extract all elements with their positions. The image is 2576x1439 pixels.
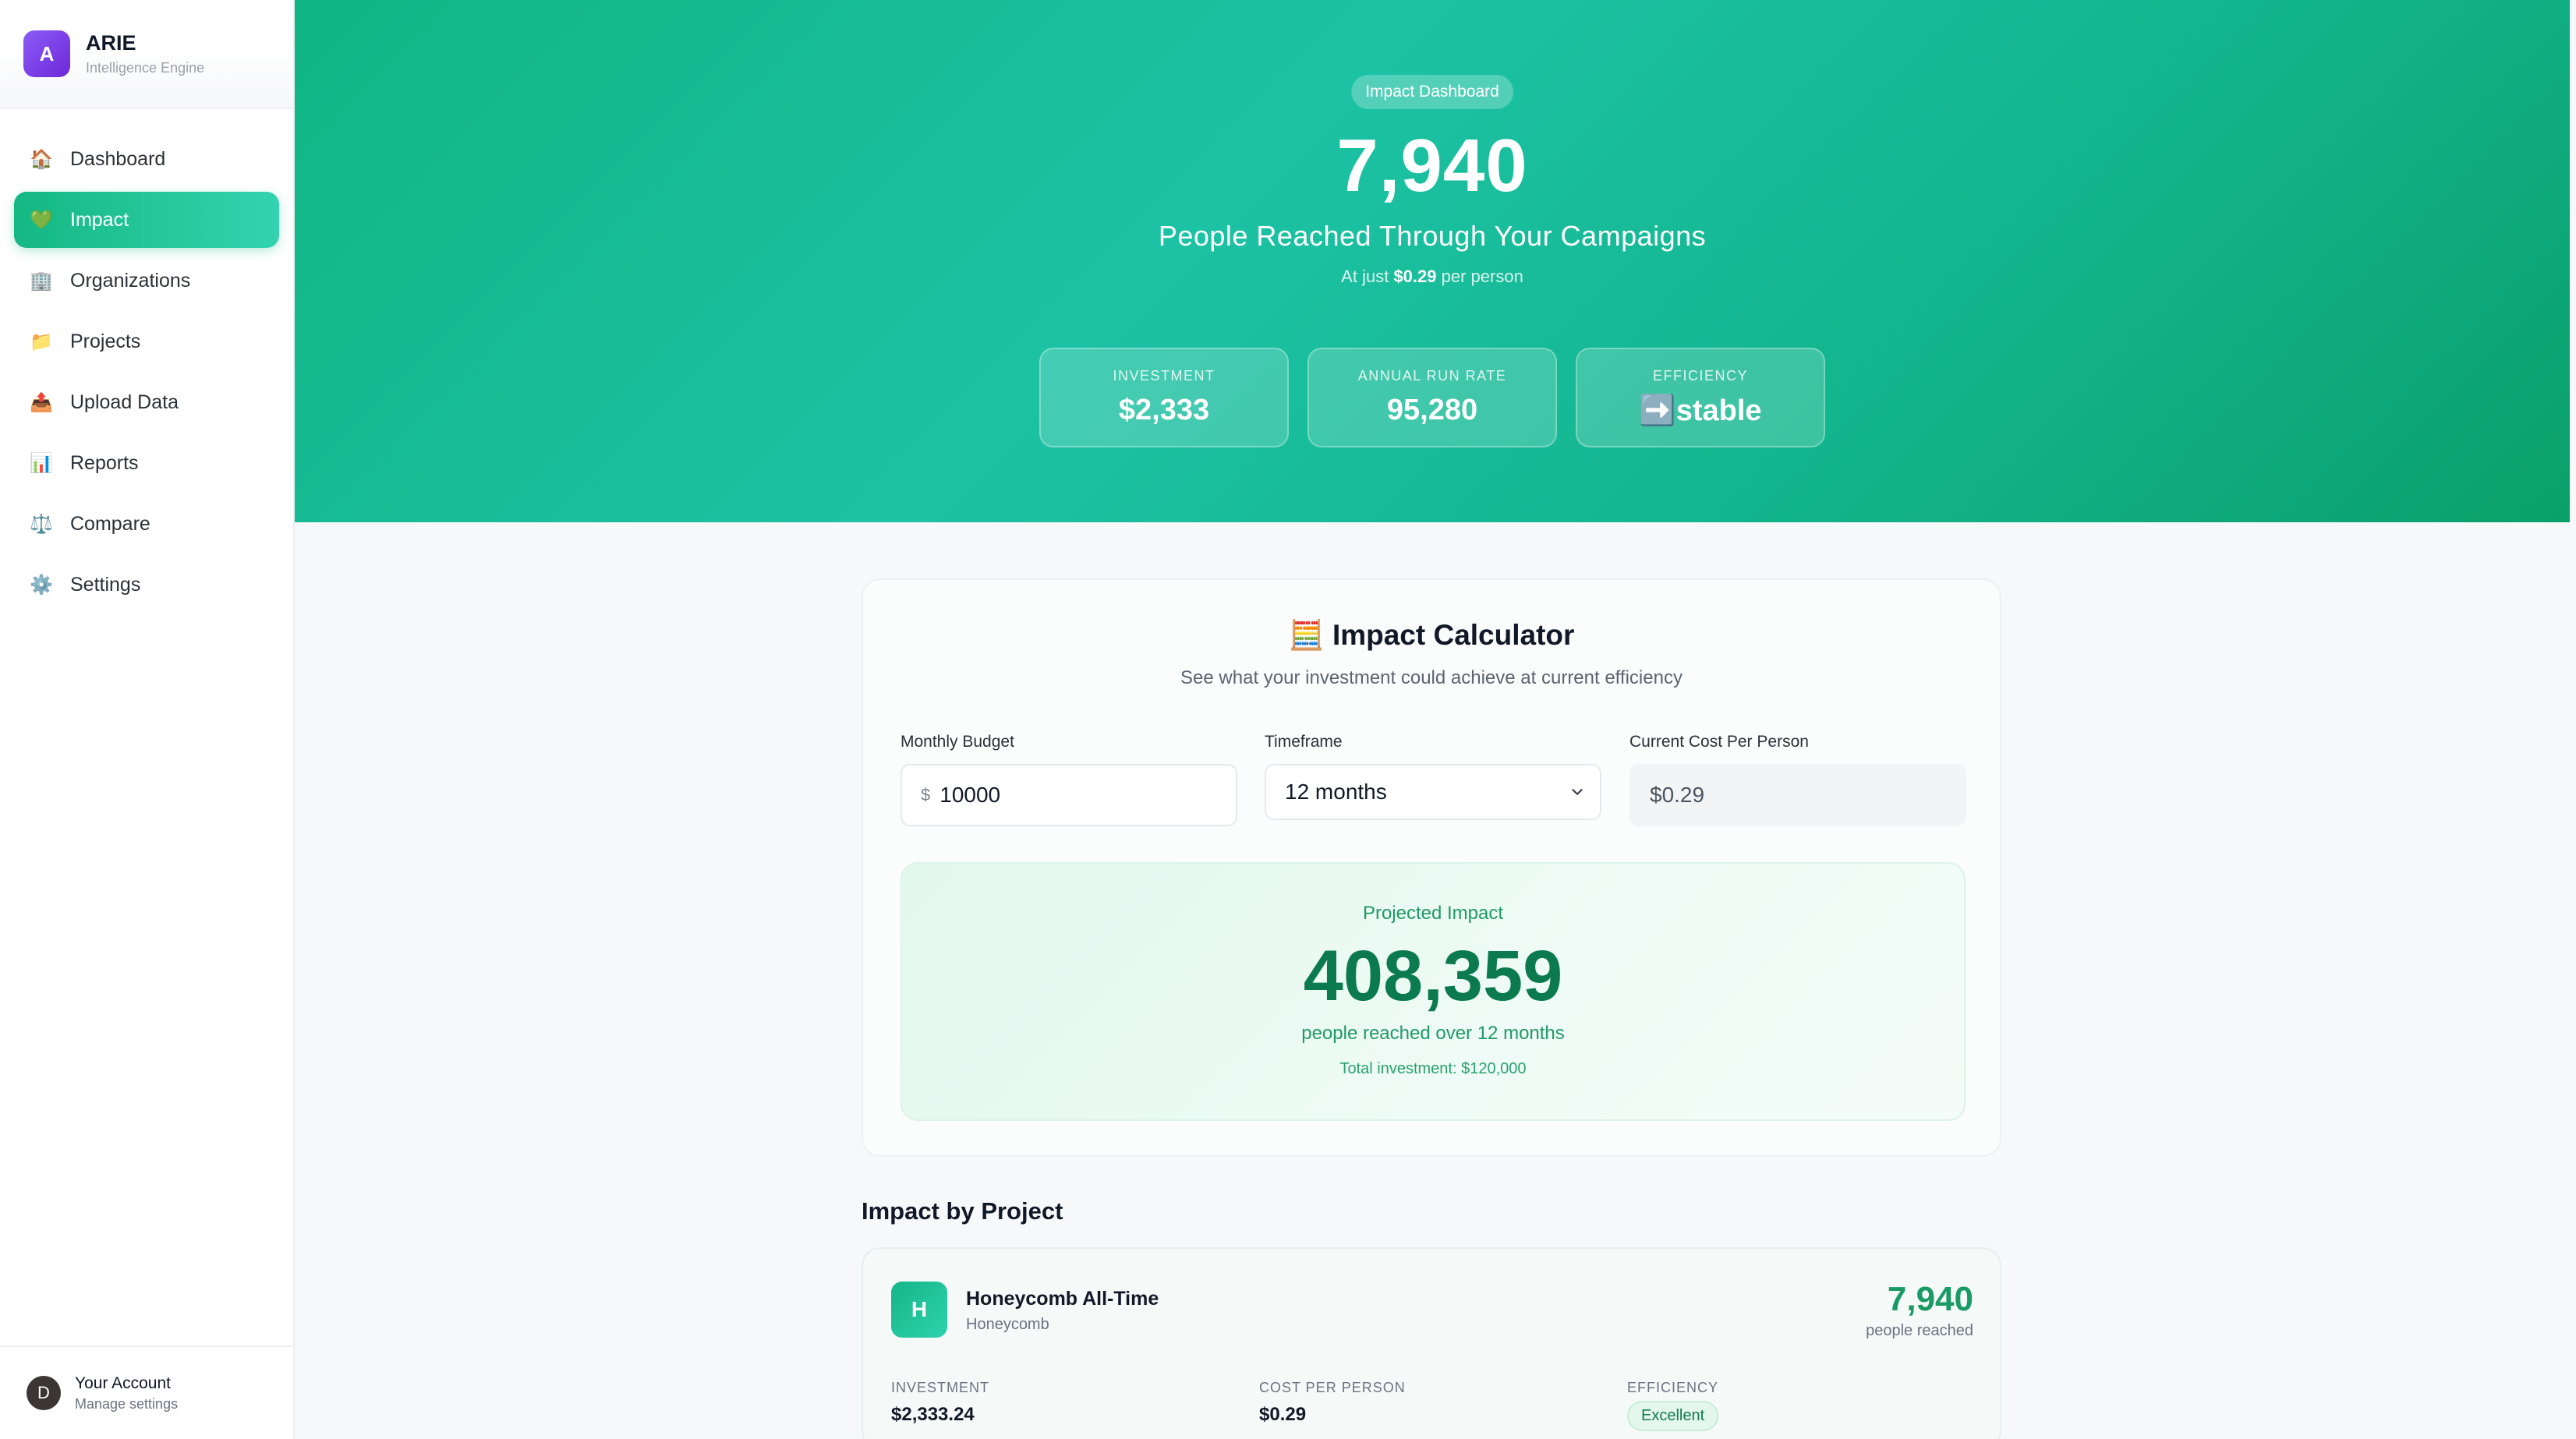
project-card[interactable]: H Honeycomb All-Time Honeycomb 7,940 peo… bbox=[862, 1247, 2001, 1439]
monthly-budget-value: 10000 bbox=[939, 783, 1001, 807]
account-menu[interactable]: D Your Account Manage settings bbox=[0, 1345, 293, 1439]
projected-total: Total investment: $120,000 bbox=[1339, 1060, 1527, 1077]
hero-title: People Reached Through Your Campaigns bbox=[1158, 220, 1707, 252]
efficiency-badge: Excellent bbox=[1627, 1401, 1719, 1431]
cost-value: $0.29 bbox=[1393, 267, 1437, 286]
brand-subtitle: Intelligence Engine bbox=[86, 60, 205, 76]
currency-symbol: $ bbox=[921, 785, 931, 804]
sidebar: A ARIE Intelligence Engine 🏠 Dashboard 💚… bbox=[0, 0, 295, 1439]
cost-prefix: At just bbox=[1341, 267, 1389, 286]
project-reach: 7,940 people reached bbox=[1866, 1280, 1973, 1340]
hero-badge: Impact Dashboard bbox=[1351, 75, 1513, 109]
metric-label: COST PER PERSON bbox=[1259, 1380, 1406, 1395]
sidebar-item-upload-data[interactable]: 📤 Upload Data bbox=[14, 374, 279, 430]
stat-annual-run-rate: ANNUAL RUN RATE 95,280 bbox=[1307, 348, 1557, 447]
project-investment: INVESTMENT $2,333.24 bbox=[891, 1380, 989, 1426]
timeframe-field: Timeframe 12 months bbox=[1265, 733, 1601, 820]
calculator-title: 🧮 Impact Calculator bbox=[863, 619, 2000, 652]
metric-label: INVESTMENT bbox=[891, 1380, 990, 1395]
projected-impact-panel: Projected Impact 408,359 people reached … bbox=[901, 862, 1966, 1121]
cost-per-person-readonly: $0.29 bbox=[1629, 764, 1966, 826]
section-title: Impact by Project bbox=[862, 1197, 1063, 1225]
account-name: Your Account bbox=[75, 1374, 171, 1392]
calculator-subtitle: See what your investment could achieve a… bbox=[1180, 667, 1683, 688]
metric-value: $2,333.24 bbox=[891, 1404, 975, 1425]
hero-cost-line: At just $0.29 per person bbox=[295, 267, 2570, 287]
hero-stats: INVESTMENT $2,333 ANNUAL RUN RATE 95,280… bbox=[295, 348, 2570, 447]
sidebar-item-label: Reports bbox=[70, 451, 139, 474]
field-label: Timeframe bbox=[1265, 733, 1343, 751]
brand[interactable]: A ARIE Intelligence Engine bbox=[0, 0, 293, 109]
sidebar-item-dashboard[interactable]: 🏠 Dashboard bbox=[14, 131, 279, 187]
sidebar-item-label: Projects bbox=[70, 330, 141, 352]
stat-label: INVESTMENT bbox=[1113, 368, 1215, 384]
cost-per-person-field: Current Cost Per Person $0.29 bbox=[1629, 733, 1966, 826]
sidebar-item-settings[interactable]: ⚙️ Settings bbox=[14, 557, 279, 613]
monthly-budget-field: Monthly Budget $ 10000 bbox=[901, 733, 1237, 826]
projected-subtitle: people reached over 12 months bbox=[1301, 1023, 1565, 1044]
gear-icon: ⚙️ bbox=[30, 574, 53, 596]
sidebar-item-projects[interactable]: 📁 Projects bbox=[14, 313, 279, 369]
calculator-title-text: Impact Calculator bbox=[1332, 619, 1575, 651]
brand-text: ARIE Intelligence Engine bbox=[86, 31, 204, 76]
stat-value: $2,333 bbox=[1118, 394, 1210, 426]
project-org: Honeycomb bbox=[966, 1316, 1049, 1333]
sidebar-item-label: Dashboard bbox=[70, 147, 166, 170]
impact-calculator: 🧮 Impact Calculator See what your invest… bbox=[862, 578, 2001, 1157]
heart-icon: 💚 bbox=[30, 209, 53, 231]
sidebar-item-label: Upload Data bbox=[70, 391, 179, 413]
upload-icon: 📤 bbox=[30, 391, 53, 413]
timeframe-value: 12 months bbox=[1285, 780, 1387, 804]
sidebar-item-label: Settings bbox=[70, 573, 141, 596]
stat-value: ➡️stable bbox=[1639, 394, 1762, 427]
brand-logo: A bbox=[23, 30, 70, 77]
sidebar-item-compare[interactable]: ⚖️ Compare bbox=[14, 496, 279, 552]
scales-icon: ⚖️ bbox=[30, 513, 53, 535]
sidebar-item-reports[interactable]: 📊 Reports bbox=[14, 435, 279, 491]
field-label: Monthly Budget bbox=[901, 733, 1014, 751]
timeframe-select[interactable]: 12 months bbox=[1265, 764, 1601, 820]
brand-name: ARIE bbox=[86, 31, 136, 55]
impact-hero: Impact Dashboard 7,940 People Reached Th… bbox=[295, 0, 2570, 522]
avatar: D bbox=[27, 1376, 61, 1410]
sidebar-item-label: Impact bbox=[70, 208, 129, 231]
bar-chart-icon: 📊 bbox=[30, 452, 53, 474]
stat-efficiency: EFFICIENCY ➡️stable bbox=[1576, 348, 1825, 447]
projected-value: 408,359 bbox=[1303, 936, 1563, 1016]
cost-suffix: per person bbox=[1441, 267, 1523, 286]
building-icon: 🏢 bbox=[30, 270, 53, 292]
project-name: Honeycomb All-Time bbox=[966, 1288, 1159, 1310]
stat-label: EFFICIENCY bbox=[1652, 368, 1748, 384]
account-subtitle: Manage settings bbox=[75, 1395, 179, 1412]
projected-label: Projected Impact bbox=[1362, 903, 1504, 924]
project-reached-value: 7,940 bbox=[1887, 1280, 1973, 1318]
project-reached-label: people reached bbox=[1866, 1322, 1973, 1339]
abacus-icon: 🧮 bbox=[1288, 619, 1325, 651]
chevron-down-icon bbox=[1572, 789, 1583, 795]
project-avatar: H bbox=[891, 1282, 947, 1338]
field-label: Current Cost Per Person bbox=[1629, 733, 1809, 751]
account-text: Your Account Manage settings bbox=[75, 1374, 178, 1412]
people-reached-total: 7,940 bbox=[1336, 124, 1528, 207]
sidebar-item-label: Organizations bbox=[70, 269, 191, 292]
sidebar-item-label: Compare bbox=[70, 512, 150, 535]
sidebar-item-impact[interactable]: 💚 Impact bbox=[14, 192, 279, 248]
cost-per-person-value: $0.29 bbox=[1650, 783, 1705, 807]
sidebar-item-organizations[interactable]: 🏢 Organizations bbox=[14, 253, 279, 309]
stat-investment: INVESTMENT $2,333 bbox=[1039, 348, 1289, 447]
project-efficiency: EFFICIENCY Excellent bbox=[1627, 1380, 1719, 1431]
house-icon: 🏠 bbox=[30, 148, 53, 170]
sidebar-nav: 🏠 Dashboard 💚 Impact 🏢 Organizations 📁 P… bbox=[0, 109, 293, 639]
project-cost-per-person: COST PER PERSON $0.29 bbox=[1259, 1380, 1406, 1426]
metric-label: EFFICIENCY bbox=[1627, 1380, 1719, 1395]
monthly-budget-input[interactable]: $ 10000 bbox=[901, 764, 1237, 826]
metric-value: $0.29 bbox=[1259, 1404, 1307, 1425]
folder-icon: 📁 bbox=[30, 331, 53, 352]
stat-label: ANNUAL RUN RATE bbox=[1357, 368, 1507, 384]
stat-value: 95,280 bbox=[1386, 394, 1478, 426]
